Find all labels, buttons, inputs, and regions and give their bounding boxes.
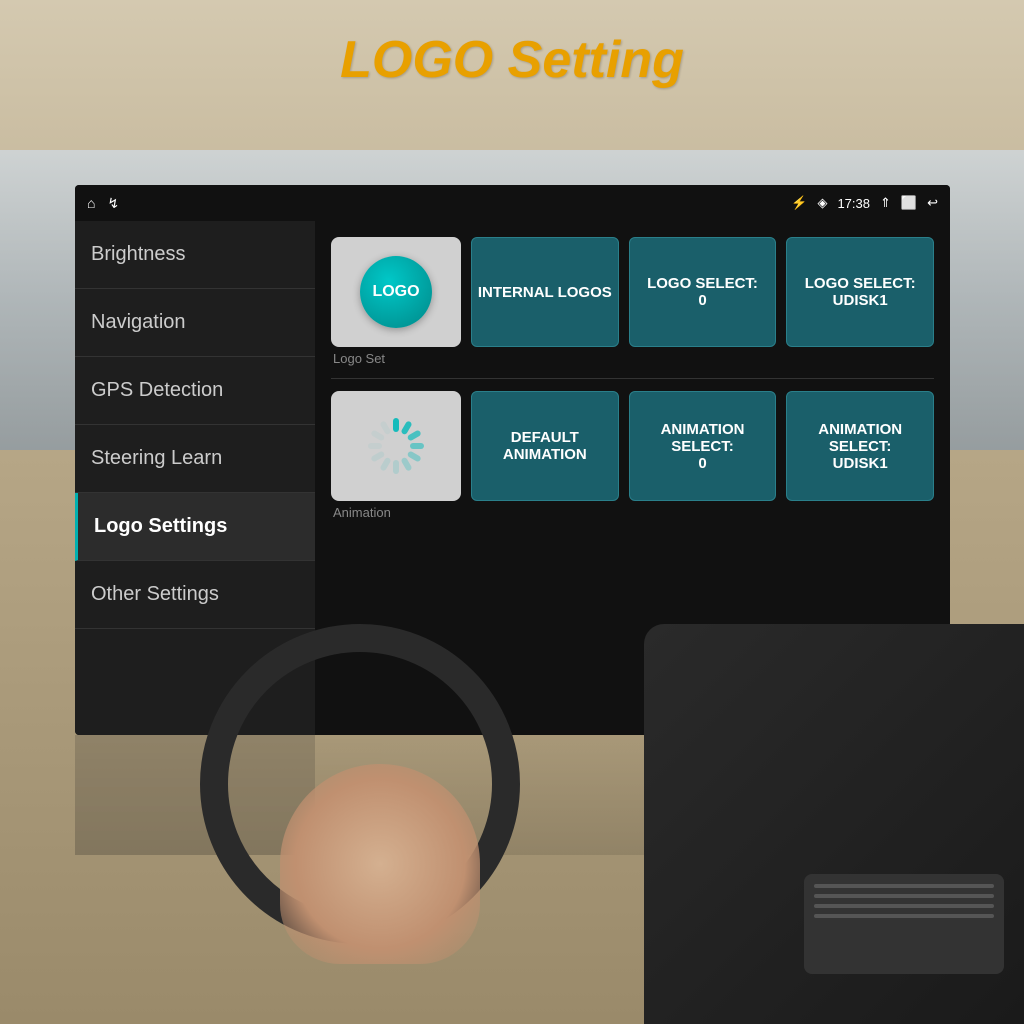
spinner-icon — [364, 414, 428, 478]
sidebar-item-gps-detection[interactable]: GPS Detection — [75, 357, 315, 425]
sidebar-item-label: Brightness — [91, 243, 186, 266]
logo-tile-group: LOGO Logo Set — [331, 237, 461, 366]
status-bar: ⌂ ↯ ⚡ ◈ 17:38 ⇑ ⬜ ↩ — [75, 185, 950, 221]
status-right: ⚡ ◈ 17:38 ⇑ ⬜ ↩ — [791, 195, 938, 211]
logo-select-0-button[interactable]: LOGO SELECT:0 — [629, 237, 777, 347]
animation-icon-tile[interactable] — [331, 391, 461, 501]
usb-icon: ↯ — [107, 195, 119, 212]
internal-logos-button[interactable]: INTERNAL LOGOS — [471, 237, 619, 347]
sidebar-item-brightness[interactable]: Brightness — [75, 221, 315, 289]
logo-select-udisk1-button[interactable]: LOGO SELECT:UDISK1 — [786, 237, 934, 347]
up-arrow-icon: ⇑ — [880, 195, 891, 211]
animation-select-udisk1-button[interactable]: ANIMATIONSELECT:UDISK1 — [786, 391, 934, 501]
page-title: LOGO Setting — [340, 31, 684, 89]
signal-icon: ◈ — [817, 195, 827, 211]
sidebar-item-label: Steering Learn — [91, 447, 222, 470]
section-divider — [331, 378, 934, 379]
animation-select-0-button[interactable]: ANIMATIONSELECT:0 — [629, 391, 777, 501]
sidebar-item-label: GPS Detection — [91, 379, 223, 402]
sidebar-item-navigation[interactable]: Navigation — [75, 289, 315, 357]
default-animation-button[interactable]: DEFAULTANIMATION — [471, 391, 619, 501]
sidebar-item-steering-learn[interactable]: Steering Learn — [75, 425, 315, 493]
logo-icon-tile[interactable]: LOGO — [331, 237, 461, 347]
vent-line — [814, 904, 994, 908]
home-icon[interactable]: ⌂ — [87, 195, 95, 211]
sidebar-item-label: Navigation — [91, 311, 186, 334]
logo-tile-label: Logo Set — [331, 351, 461, 366]
bluetooth-icon: ⚡ — [791, 195, 807, 211]
page-title-area: LOGO Setting — [0, 30, 1024, 90]
animation-tile-label: Animation — [331, 505, 461, 520]
vent-line — [814, 884, 994, 888]
animation-section: Animation DEFAULTANIMATION ANIMATIONSELE… — [331, 391, 934, 520]
logo-text: LOGO — [372, 283, 419, 301]
sidebar-item-logo-settings[interactable]: Logo Settings — [75, 493, 315, 561]
time-display: 17:38 — [837, 196, 870, 211]
sidebar-item-label: Other Settings — [91, 583, 219, 606]
vent-line — [814, 914, 994, 918]
logo-circle: LOGO — [360, 256, 432, 328]
sidebar-item-label: Logo Settings — [94, 515, 227, 538]
hand-on-wheel — [280, 764, 480, 964]
back-icon[interactable]: ↩ — [927, 195, 938, 211]
animation-tile-group: Animation — [331, 391, 461, 520]
sidebar-item-other-settings[interactable]: Other Settings — [75, 561, 315, 629]
air-vent — [804, 874, 1004, 974]
vent-line — [814, 894, 994, 898]
logo-section: LOGO Logo Set INTERNAL LOGOS LOGO SELECT… — [331, 237, 934, 366]
window-icon: ⬜ — [901, 195, 917, 211]
status-left: ⌂ ↯ — [87, 195, 119, 212]
